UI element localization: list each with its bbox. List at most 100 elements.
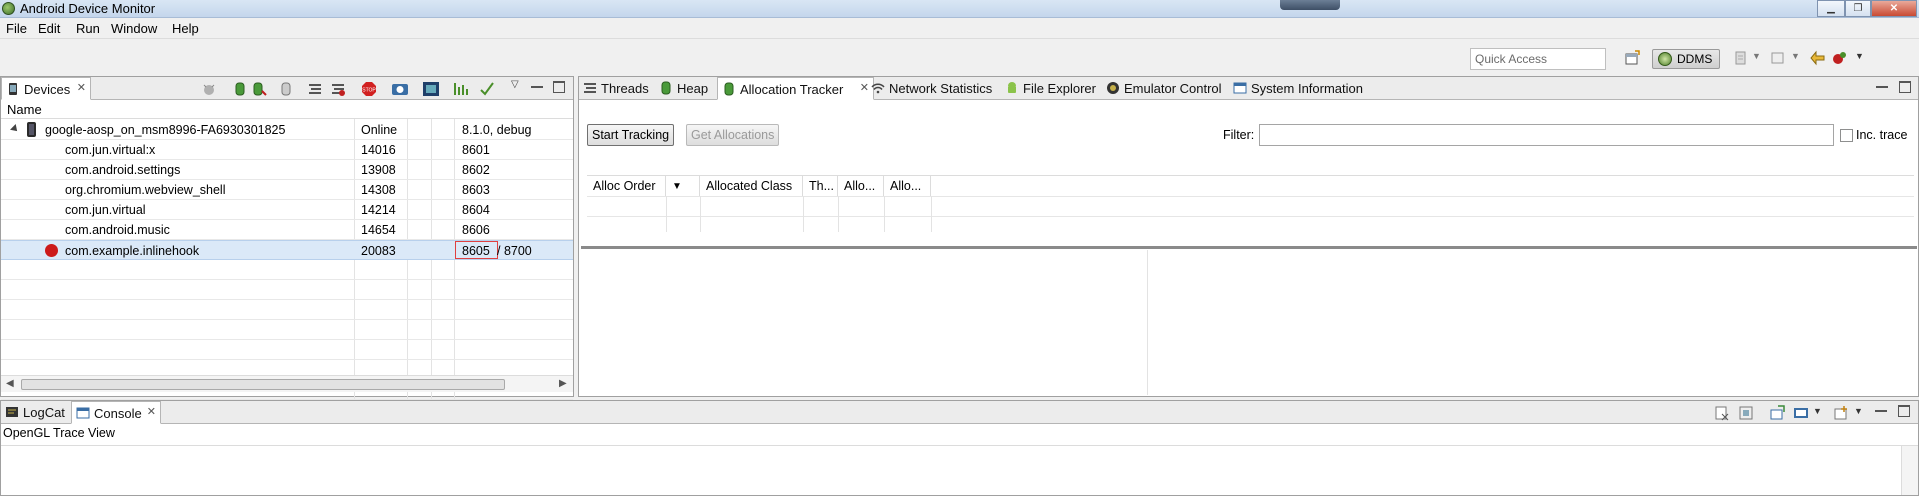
open-perspective-icon[interactable] — [1624, 50, 1640, 66]
scroll-right-icon[interactable]: ▶ — [559, 378, 567, 389]
restore-window-button[interactable]: ❐ — [1845, 0, 1871, 17]
debug-bug-icon[interactable] — [1831, 50, 1847, 66]
menu-edit[interactable]: Edit — [38, 21, 60, 36]
process-row[interactable]: com.android.settings 13908 8602 — [1, 160, 573, 180]
close-tab-icon[interactable]: ✕ — [147, 405, 156, 418]
quick-access-input[interactable]: Quick Access — [1470, 48, 1606, 70]
close-window-button[interactable]: ✕ — [1871, 0, 1917, 17]
column-divider — [931, 196, 932, 232]
minimize-pane-icon[interactable] — [1876, 81, 1888, 88]
tab-console-label: Console — [94, 406, 142, 421]
devices-tab-strip: Devices ✕ STOP ▽ — [1, 77, 573, 100]
start-tracking-button[interactable]: Start Tracking — [587, 124, 675, 146]
dump-view-hierarchy-icon[interactable] — [422, 81, 440, 97]
sort-desc-icon[interactable]: ▼ — [666, 176, 700, 196]
process-row-selected[interactable]: com.example.inlinehook 20083 8605 / 8700 — [1, 240, 573, 260]
menu-file[interactable]: File — [6, 21, 27, 36]
open-console-icon[interactable] — [1769, 405, 1785, 421]
close-tab-icon[interactable]: ✕ — [77, 81, 86, 94]
minimize-pane-icon[interactable] — [1875, 405, 1887, 412]
maximize-pane-icon[interactable] — [1899, 81, 1911, 93]
allocation-table: Alloc Order ▼ Allocated Class Th... Allo… — [587, 175, 1914, 232]
stop-process-icon[interactable]: STOP — [361, 81, 377, 97]
column-allocated-class[interactable]: Allocated Class — [700, 176, 803, 196]
inc-trace-checkbox[interactable] — [1840, 129, 1853, 142]
dump-hprof-file-icon[interactable] — [252, 81, 268, 97]
menu-run[interactable]: Run — [76, 21, 100, 36]
systrace-icon[interactable] — [453, 81, 469, 97]
back-arrow-icon[interactable] — [1810, 50, 1826, 66]
window-title: Android Device Monitor — [20, 1, 156, 16]
column-allocated-size[interactable]: Allo... — [838, 176, 884, 196]
device-row[interactable]: google-aosp_on_msm8996-FA6930301825 Onli… — [1, 120, 573, 140]
minimize-window-button[interactable]: ▁ — [1817, 0, 1845, 17]
screenshot-icon[interactable] — [1770, 50, 1786, 66]
display-console-icon[interactable] — [1793, 405, 1809, 421]
ddms-tools-panel: Threads Heap Allocation Tracker ✕ Networ… — [578, 76, 1919, 397]
opengl-trace-icon[interactable] — [479, 81, 495, 97]
tab-network-statistics[interactable]: Network Statistics — [867, 77, 998, 100]
title-bar: Android Device Monitor ▁ ❐ ✕ — [0, 0, 1919, 18]
process-port: 8604 — [462, 203, 490, 217]
menu-help[interactable]: Help — [172, 21, 199, 36]
minimize-pane-icon[interactable] — [531, 81, 543, 88]
scroll-left-icon[interactable]: ◀ — [6, 378, 14, 389]
collapse-arrow-icon[interactable] — [10, 124, 20, 134]
process-row[interactable]: com.jun.virtual:x 14016 8601 — [1, 140, 573, 160]
clear-console-icon[interactable] — [1714, 405, 1730, 421]
console-divider — [1, 445, 1918, 446]
horizontal-scrollbar[interactable]: ◀ ▶ — [1, 375, 573, 392]
dropdown-arrow-icon[interactable]: ▼ — [1813, 406, 1822, 416]
tab-console[interactable]: Console ✕ — [71, 401, 161, 424]
ddms-perspective-button[interactable]: DDMS — [1652, 49, 1720, 69]
main-toolbar: Quick Access DDMS ▼ ▼ ▼ — [0, 39, 1919, 76]
cause-gc-icon[interactable] — [279, 81, 293, 97]
filter-input[interactable] — [1259, 124, 1834, 146]
menu-window[interactable]: Window — [111, 21, 157, 36]
update-threads-icon[interactable] — [307, 81, 323, 97]
update-heap-icon[interactable] — [233, 81, 247, 97]
pin-console-icon[interactable] — [1738, 405, 1754, 421]
dropdown-arrow-icon[interactable]: ▼ — [1854, 406, 1863, 416]
vertical-scrollbar[interactable] — [1901, 446, 1918, 495]
horizontal-sash[interactable] — [581, 246, 1917, 249]
get-allocations-button[interactable]: Get Allocations — [686, 124, 780, 146]
tab-emulator-control[interactable]: Emulator Control — [1102, 77, 1228, 100]
device-name: google-aosp_on_msm8996-FA6930301825 — [45, 123, 286, 137]
dropdown-arrow-icon[interactable]: ▼ — [1791, 51, 1807, 67]
dump-hprof-icon[interactable] — [1733, 50, 1749, 66]
process-pid: 14016 — [361, 143, 396, 157]
debug-process-icon[interactable] — [201, 81, 217, 97]
stack-trace-divider[interactable] — [1147, 250, 1148, 395]
process-row[interactable]: com.android.music 14654 8606 — [1, 220, 573, 240]
dropdown-arrow-icon[interactable]: ▼ — [1855, 51, 1871, 67]
tab-heap[interactable]: Heap — [655, 77, 714, 100]
column-thread[interactable]: Th... — [803, 176, 838, 196]
tab-system-information[interactable]: System Information — [1229, 77, 1369, 100]
start-method-profiling-icon[interactable] — [330, 81, 346, 97]
process-pid: 14654 — [361, 223, 396, 237]
column-allocated-in[interactable]: Allo... — [884, 176, 931, 196]
empty-row — [1, 280, 573, 300]
tab-emulator-control-label: Emulator Control — [1124, 81, 1222, 96]
device-version: 8.1.0, debug — [462, 123, 532, 137]
column-alloc-order[interactable]: Alloc Order — [587, 176, 666, 196]
scrollbar-thumb[interactable] — [21, 379, 505, 390]
name-column-header[interactable]: Name — [7, 102, 42, 117]
process-row[interactable]: org.chromium.webview_shell 14308 8603 — [1, 180, 573, 200]
tab-threads[interactable]: Threads — [579, 77, 655, 100]
process-row[interactable]: com.jun.virtual 14214 8604 — [1, 200, 573, 220]
process-name: com.jun.virtual — [65, 203, 146, 217]
tab-file-explorer[interactable]: File Explorer — [1001, 77, 1102, 100]
tab-allocation-tracker[interactable]: Allocation Tracker ✕ — [717, 77, 874, 100]
maximize-pane-icon[interactable] — [1898, 405, 1910, 417]
maximize-pane-icon[interactable] — [553, 81, 565, 93]
tab-logcat[interactable]: LogCat — [1, 401, 71, 424]
view-menu-icon[interactable]: ▽ — [511, 79, 519, 90]
screen-capture-icon[interactable] — [391, 81, 409, 97]
tab-devices[interactable]: Devices ✕ — [1, 77, 91, 100]
new-console-icon[interactable] — [1833, 405, 1849, 421]
dropdown-arrow-icon[interactable]: ▼ — [1752, 51, 1768, 67]
tab-system-information-label: System Information — [1251, 81, 1363, 96]
process-pid: 14308 — [361, 183, 396, 197]
